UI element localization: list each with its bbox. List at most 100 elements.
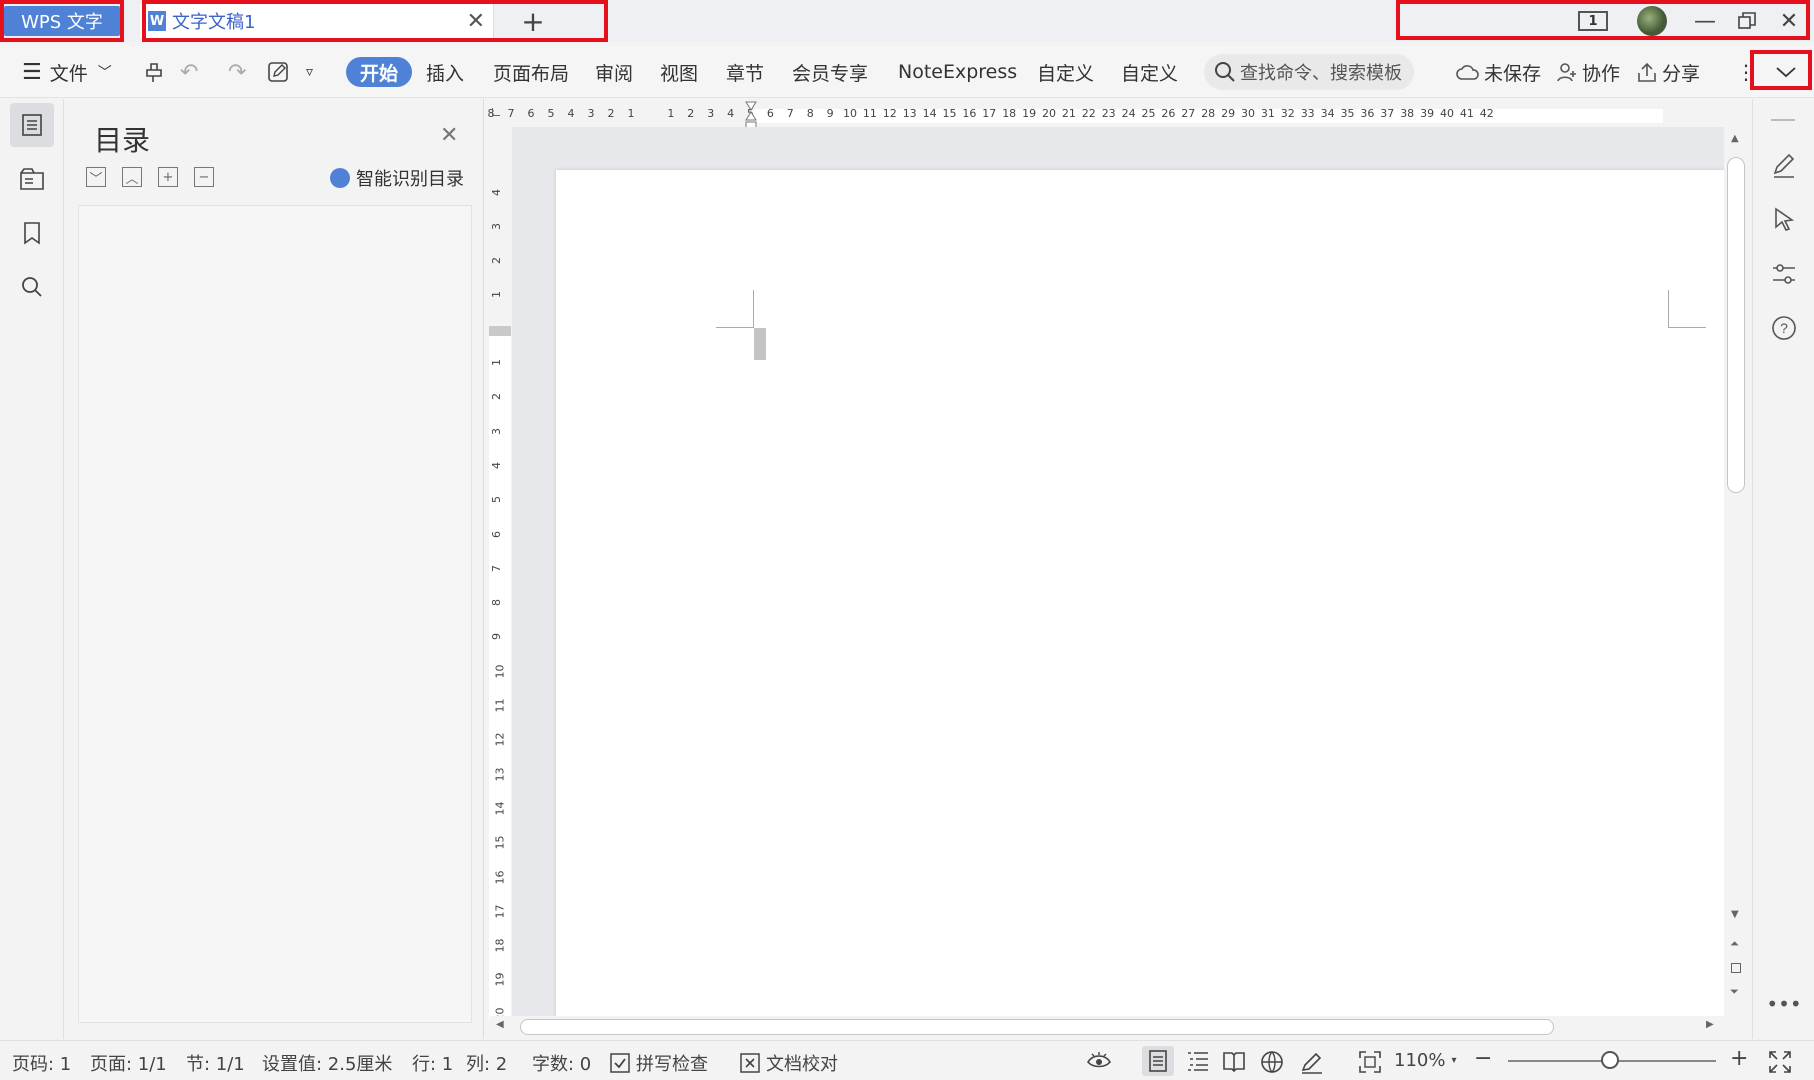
tab-custom-1[interactable]: 自定义 [1037, 58, 1094, 86]
ruler-tick-label: 32 [1280, 107, 1295, 120]
vertical-ruler-tick-label: 9 [490, 633, 503, 641]
toc-panel-icon[interactable] [10, 103, 54, 147]
row-status[interactable]: 行: 1 [412, 1050, 453, 1076]
write-mode-icon[interactable] [1300, 1050, 1324, 1074]
tab-home[interactable]: 开始 [346, 57, 413, 87]
eye-protection-icon[interactable] [1086, 1050, 1112, 1070]
select-pointer-icon[interactable] [1767, 203, 1801, 237]
pages-status[interactable]: 页面: 1/1 [90, 1050, 167, 1076]
user-avatar[interactable] [1637, 6, 1667, 36]
demote-level-icon[interactable]: − [194, 167, 214, 187]
zoom-out-button[interactable]: − [1474, 1046, 1492, 1071]
format-painter-icon[interactable] [142, 58, 166, 86]
ruler-tick-label: 16 [962, 107, 977, 120]
ruler-tick-label: 19 [1022, 107, 1037, 120]
vertical-ruler-tick-label: 13 [493, 767, 507, 782]
more-options-icon[interactable]: ⋮ [1736, 58, 1756, 86]
close-icon[interactable]: ✕ [440, 123, 458, 148]
tab-review[interactable]: 审阅 [595, 58, 633, 86]
reading-view-icon[interactable] [1222, 1050, 1246, 1072]
vertical-scroll-thumb[interactable] [1727, 157, 1745, 493]
command-search-box[interactable]: 查找命令、搜索模板 [1204, 54, 1414, 90]
undo-icon[interactable]: ↶ [180, 58, 198, 86]
restore-icon[interactable] [1730, 6, 1764, 36]
smart-toc-button[interactable]: 智能识别目录 [330, 165, 464, 191]
proofread-button[interactable]: 文档校对 [740, 1050, 838, 1076]
chapter-navigation-icon[interactable] [10, 157, 54, 201]
spell-check-button[interactable]: 拼写检查 [610, 1050, 708, 1076]
page-count-badge[interactable]: 1 [1578, 11, 1608, 31]
vertical-ruler-tick-label: 8 [490, 599, 503, 607]
new-tab-button[interactable]: + [508, 4, 558, 38]
horizontal-scroll-thumb[interactable] [520, 1019, 1554, 1035]
document-tab[interactable]: W 文字文稿1 ✕ [140, 4, 494, 38]
collaborate-button[interactable]: 协作 [1556, 58, 1620, 86]
vertical-ruler-tick-label: 4 [490, 189, 503, 196]
chevron-down-icon: ﹀ [97, 65, 112, 81]
promote-level-icon[interactable]: + [158, 167, 178, 187]
quick-access-more-icon[interactable]: ▿ [306, 58, 313, 86]
next-page-icon[interactable]: ⏷ [1730, 985, 1739, 999]
zoom-level-dropdown[interactable]: 110% ▾ [1394, 1050, 1457, 1071]
horizontal-scrollbar[interactable]: ◀ ▶ [490, 1016, 1724, 1038]
wps-writer-app-button[interactable]: WPS 文字 [4, 6, 120, 36]
ruler-tick-label: 3 [587, 107, 595, 120]
right-tool-bar: ? ••• [1752, 99, 1814, 1039]
page-view-icon[interactable] [1142, 1046, 1174, 1076]
tab-custom-2[interactable]: 自定义 [1121, 58, 1178, 86]
section-status[interactable]: 节: 1/1 [186, 1050, 245, 1076]
ruler-tick-label: 14 [922, 107, 937, 120]
close-tab-icon[interactable]: ✕ [467, 9, 485, 34]
collapse-all-icon[interactable]: ︿ [122, 167, 142, 187]
vertical-ruler[interactable]: 4 3 2 1 1 2 3 4 5 6 7 8 9 10 11 12 13 14 15 16 17 18 19 20 [489, 150, 511, 1021]
find-icon[interactable] [10, 265, 54, 309]
ruler-tick-label: 10 [843, 107, 857, 120]
more-tools-icon[interactable]: ••• [1766, 987, 1801, 1021]
vertical-scrollbar[interactable]: ▲ ▼ ⏶ ⏷ [1724, 127, 1750, 1020]
share-button[interactable]: 分享 [1636, 58, 1700, 86]
writer-doc-icon: W [148, 11, 166, 31]
toc-list-area[interactable] [78, 205, 472, 1023]
unsaved-status-button[interactable]: 未保存 [1456, 58, 1541, 86]
zoom-in-button[interactable]: + [1730, 1046, 1748, 1071]
expand-all-icon[interactable]: ﹀ [86, 167, 106, 187]
indent-marker-icon[interactable] [745, 101, 757, 129]
setting-value-status[interactable]: 设置值: 2.5厘米 [262, 1050, 392, 1076]
redo-icon[interactable]: ↷ [228, 58, 246, 86]
adjust-settings-icon[interactable] [1767, 257, 1801, 291]
horizontal-ruler[interactable]: 8765432112345678910111213141516171819202… [488, 101, 1720, 129]
zoom-slider-knob[interactable] [1601, 1051, 1619, 1069]
tab-view[interactable]: 视图 [660, 58, 698, 86]
close-window-icon[interactable]: ✕ [1772, 6, 1806, 36]
scroll-right-arrow-icon[interactable]: ▶ [1706, 1019, 1714, 1030]
column-status[interactable]: 列: 2 [466, 1050, 507, 1076]
scroll-left-arrow-icon[interactable]: ◀ [496, 1019, 504, 1030]
scroll-down-arrow-icon[interactable]: ▼ [1731, 909, 1739, 920]
fullscreen-icon[interactable] [1768, 1050, 1792, 1074]
page-number-status[interactable]: 页码: 1 [12, 1050, 71, 1076]
panel-drag-handle[interactable] [1771, 119, 1795, 121]
scroll-up-arrow-icon[interactable]: ▲ [1731, 133, 1739, 144]
tab-chapter[interactable]: 章节 [726, 58, 764, 86]
tab-page-layout[interactable]: 页面布局 [493, 58, 569, 86]
web-view-icon[interactable] [1260, 1050, 1284, 1074]
edit-icon[interactable] [266, 58, 290, 86]
ruler-tick-label: 28 [1201, 107, 1216, 120]
word-count-status[interactable]: 字数: 0 [532, 1050, 591, 1076]
tab-insert[interactable]: 插入 [426, 58, 464, 86]
file-menu-button[interactable]: ☰ 文件 ﹀ [22, 58, 112, 86]
vertical-ruler-tick-label: 7 [490, 564, 503, 572]
pen-icon[interactable] [1767, 149, 1801, 183]
vertical-ruler-tick-label: 11 [493, 698, 507, 713]
help-icon[interactable]: ? [1767, 311, 1801, 345]
collapse-ribbon-icon[interactable] [1766, 58, 1806, 86]
vertical-ruler-tick-label: 18 [493, 938, 507, 953]
previous-page-icon[interactable]: ⏶ [1730, 937, 1739, 951]
outline-view-icon[interactable] [1186, 1050, 1210, 1072]
tab-member[interactable]: 会员专享 [792, 58, 868, 86]
minimize-icon[interactable]: — [1688, 6, 1722, 36]
bookmark-icon[interactable] [10, 211, 54, 255]
select-browse-object-icon[interactable] [1731, 963, 1741, 973]
tab-noteexpress[interactable]: NoteExpress [898, 58, 1017, 86]
fit-page-icon[interactable] [1358, 1050, 1382, 1074]
